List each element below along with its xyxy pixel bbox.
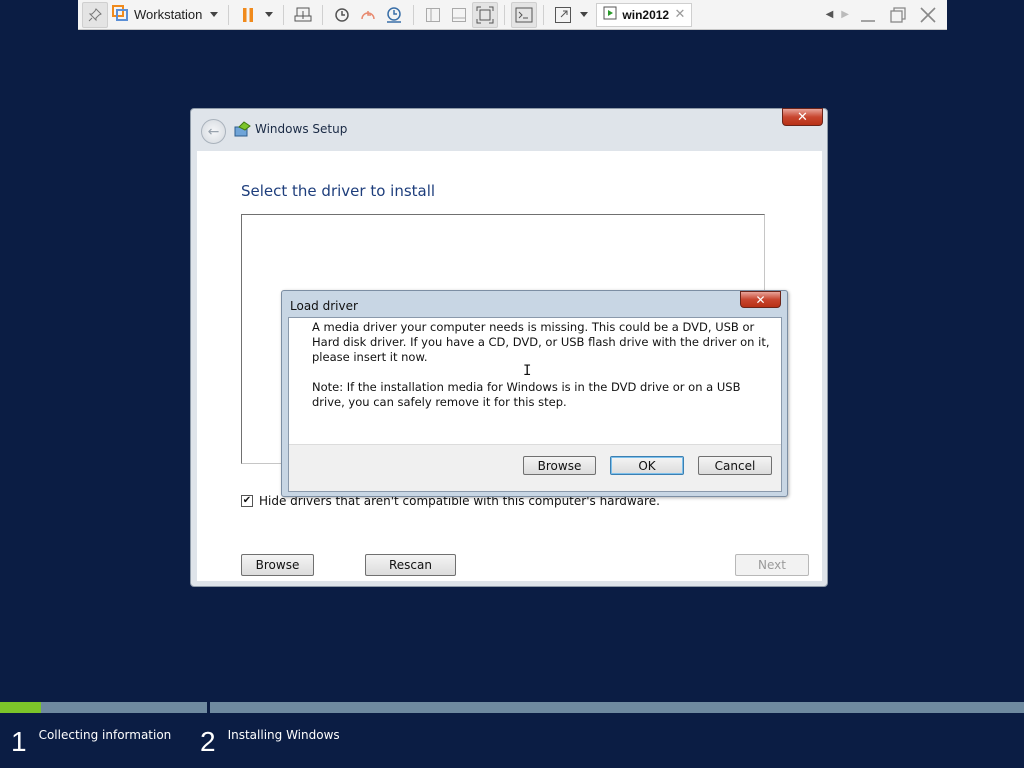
load-driver-footer: Browse OK Cancel <box>289 444 781 491</box>
cancel-button[interactable]: Cancel <box>698 456 772 475</box>
step-label: Installing Windows <box>227 728 340 742</box>
terminal-icon[interactable] <box>511 1 538 28</box>
load-driver-dialog: Load driver ✕ A media driver your comput… <box>281 290 788 497</box>
step-label: Collecting information <box>38 728 172 742</box>
scroll-left-icon[interactable]: ◀ <box>826 9 834 20</box>
load-driver-content: A media driver your computer needs is mi… <box>288 317 782 492</box>
minimize-icon[interactable] <box>853 2 883 28</box>
hide-incompatible-checkbox[interactable]: ✔ <box>241 495 253 507</box>
progress-segment-installing <box>210 702 1024 713</box>
back-button[interactable]: ← <box>201 119 226 144</box>
dialog-browse-label: Browse <box>537 458 582 473</box>
vm-running-icon <box>603 5 617 24</box>
workstation-menu[interactable]: Workstation <box>112 2 222 28</box>
stretch-menu-chevron-icon[interactable] <box>580 12 589 17</box>
close-icon: ✕ <box>797 109 808 125</box>
send-ctrl-alt-del-icon[interactable] <box>290 2 316 28</box>
workstation-label: Workstation <box>134 7 203 22</box>
snapshot-manager-icon[interactable] <box>381 2 407 28</box>
close-icon: ✕ <box>755 292 766 307</box>
power-menu-chevron-icon[interactable] <box>265 12 274 17</box>
scroll-right-icon[interactable]: ▶ <box>841 9 849 20</box>
load-driver-close-button[interactable]: ✕ <box>740 291 781 308</box>
text-cursor-icon: I <box>523 363 532 379</box>
pause-button[interactable] <box>235 2 261 28</box>
load-driver-message: A media driver your computer needs is mi… <box>312 320 770 364</box>
snapshot-icon[interactable] <box>329 2 355 28</box>
stretch-guest-icon[interactable] <box>550 2 576 28</box>
back-arrow-icon: ← <box>207 123 220 140</box>
library-view-icon[interactable] <box>420 2 446 28</box>
next-button[interactable]: Next <box>735 554 809 576</box>
rescan-button-label: Rescan <box>389 558 432 572</box>
ok-button[interactable]: OK <box>610 456 684 475</box>
step-number: 2 <box>200 726 216 757</box>
toolbar-divider <box>283 4 285 25</box>
revert-snapshot-icon[interactable] <box>355 2 381 28</box>
console-view-icon[interactable] <box>446 2 472 28</box>
step-installing-windows: 2 Installing Windows <box>200 726 340 758</box>
toolbar-divider <box>504 4 506 25</box>
browse-button[interactable]: Browse <box>241 554 314 576</box>
close-tab-icon[interactable]: ✕ <box>675 7 686 22</box>
toolbar-right-controls: ◀ ▶ <box>822 2 947 28</box>
windows-setup-icon <box>234 121 252 141</box>
dialog-browse-button[interactable]: Browse <box>523 456 596 475</box>
restore-icon[interactable] <box>883 2 913 28</box>
setup-progress-bar <box>0 702 1024 713</box>
next-button-label: Next <box>758 558 786 572</box>
load-driver-title: Load driver <box>290 299 358 313</box>
chevron-down-icon <box>210 12 219 17</box>
setup-close-button[interactable]: ✕ <box>782 108 823 126</box>
toolbar-divider <box>543 4 545 25</box>
vmware-toolbar: Workstation win2012 ✕ ◀ ▶ <box>78 0 947 30</box>
load-driver-note: Note: If the installation media for Wind… <box>312 380 741 409</box>
cancel-button-label: Cancel <box>714 458 756 473</box>
ok-button-label: OK <box>638 458 656 473</box>
step-number: 1 <box>11 726 27 757</box>
toolbar-divider <box>228 4 230 25</box>
page-title: Select the driver to install <box>241 182 436 200</box>
rescan-button[interactable]: Rescan <box>365 554 456 576</box>
toolbar-divider <box>322 4 324 25</box>
toolbar-divider <box>413 4 415 25</box>
browse-button-label: Browse <box>255 558 300 572</box>
progress-fill <box>0 702 42 713</box>
tab-win2012[interactable]: win2012 ✕ <box>596 2 693 27</box>
vm-tab-label: win2012 <box>622 7 670 22</box>
vmware-logo-icon <box>112 4 128 25</box>
step-collecting-information: 1 Collecting information <box>11 726 171 758</box>
setup-window-title: Windows Setup <box>255 122 348 136</box>
pin-icon[interactable] <box>82 1 108 28</box>
close-window-icon[interactable] <box>913 2 943 28</box>
full-screen-view-icon[interactable] <box>472 1 499 28</box>
progress-segment-collecting <box>0 702 207 713</box>
